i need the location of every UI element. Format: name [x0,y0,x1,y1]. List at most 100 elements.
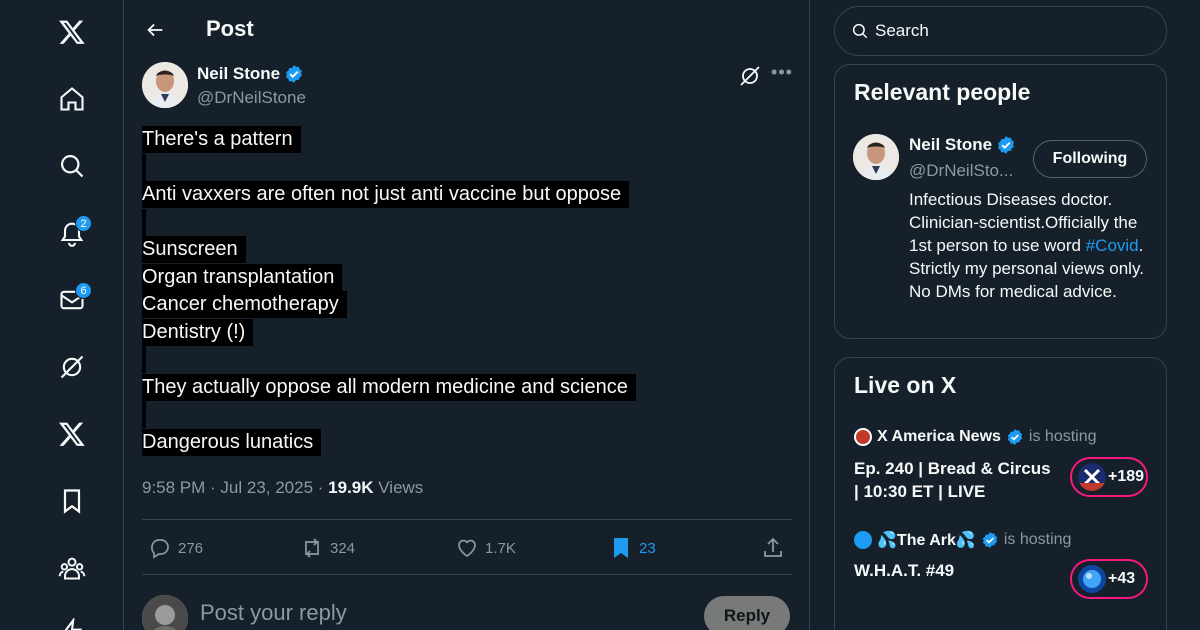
repost-icon [305,538,319,558]
repost-action[interactable]: 324 [300,534,355,562]
like-count: 1.7K [485,539,516,557]
listener-avatar [1078,565,1106,593]
relevant-person-handle[interactable]: @DrNeilSto... [909,161,1013,181]
heart-icon [458,539,476,558]
live-host-name[interactable]: X America News [877,428,1001,446]
tweet-line: There's a pattern [142,126,782,154]
tweet-line: Cancer chemotherapy [142,291,782,319]
live-title: Live on X [854,372,957,398]
search-placeholder: Search [875,21,929,40]
views-count: 19.9K [328,478,374,497]
relevant-person-name-row[interactable]: Neil Stone [909,135,1016,155]
bookmarks-icon[interactable] [50,479,94,523]
tweet-meta: 9:58 PM · Jul 23, 2025 · 19.9K Views [142,478,423,498]
reply-count: 276 [178,539,204,557]
tweet-line-text [142,346,146,373]
communities-icon[interactable] [50,546,94,590]
tweet-line: Anti vaxxers are often not just anti vac… [142,181,782,209]
reply-icon [151,539,169,559]
verified-orgs-icon[interactable] [50,610,94,630]
relevant-people-card: Relevant people Neil Stone @DrNeilSto...… [834,64,1167,339]
repost-count: 324 [330,539,356,557]
tweet-line-text: Dentistry (!) [142,318,254,346]
relevant-person-name[interactable]: Neil Stone [909,135,992,155]
tweet-line: They actually oppose all modern medicine… [142,373,782,402]
tweet-line-text [142,401,146,428]
share-icon [764,537,782,557]
premium-x-icon[interactable] [50,412,94,456]
live-listeners-pill[interactable]: +189 [1070,457,1148,497]
tweet-line-text: Sunscreen [142,236,246,263]
tweet-line-text: There's a pattern [142,126,301,153]
live-space-title[interactable]: Ep. 240 | Bread & Circus | 10:30 ET | LI… [854,457,1054,503]
share-action[interactable] [761,534,785,562]
back-arrow-icon[interactable] [138,12,172,48]
notifications-badge: 2 [75,215,92,232]
like-action[interactable]: 1.7K [455,534,516,562]
tweet-timestamp[interactable]: 9:58 PM · Jul 23, 2025 · [142,478,328,497]
tweet-line [142,208,782,237]
reply-action[interactable]: 276 [148,534,203,562]
bookmark-count: 23 [639,539,656,557]
tweet-line-text: They actually oppose all modern medicine… [142,373,636,401]
main-column: Post Neil Stone @DrNeilStone ••• There's… [124,0,810,630]
bookmark-action[interactable]: 23 [609,534,656,562]
tweet-line [142,153,782,182]
live-listeners-pill[interactable]: +43 [1070,559,1148,599]
listener-avatar [1078,463,1106,491]
author-avatar[interactable] [142,62,188,108]
tweet-line-text: Dangerous lunatics [142,428,322,456]
bookmark-icon [614,538,628,558]
tweet-line-text: Organ transplantation [142,263,343,291]
live-on-x-card: Live on X X America News is hosting Ep. … [834,357,1167,630]
listener-count: +189 [1108,468,1145,485]
tweet-line: Dangerous lunatics [142,428,782,457]
tweet-line: Sunscreen [142,236,782,264]
home-icon[interactable] [50,77,94,121]
hosting-label: is hosting [1028,428,1097,445]
views-label: Views [373,478,424,497]
tweet-text: There's a pattern Anti vaxxers are often … [142,126,782,456]
relevant-person-bio: Infectious Diseases doctor. Clinician-sc… [909,188,1149,303]
host-avatar-icon [854,428,872,446]
left-nav: 2 6 [0,0,124,630]
tweet-line [142,346,782,374]
verified-badge-icon [286,65,303,83]
host-avatar-icon [854,531,872,549]
author-name[interactable]: Neil Stone [197,64,280,84]
tweet-line-text: Cancer chemotherapy [142,291,347,318]
relevant-people-title: Relevant people [854,79,1031,105]
live-host-row[interactable]: X America News is hosting [854,428,1097,446]
x-logo-icon[interactable] [50,10,94,54]
relevant-person-avatar[interactable] [853,134,899,180]
tweet-line-text [142,208,146,236]
tweet-line [142,401,782,429]
verified-badge-icon [982,532,997,548]
page-title: Post [206,16,254,41]
verified-badge-icon [1007,429,1023,445]
bio-hashtag-link[interactable]: #Covid [1086,236,1139,255]
reply-input[interactable]: Post your reply [200,600,347,626]
author-name-row[interactable]: Neil Stone [197,64,304,84]
following-button[interactable]: Following [1033,140,1147,178]
live-host-row[interactable]: 💦The Ark💦 is hosting [854,530,1071,550]
notifications-icon[interactable]: 2 [50,211,94,255]
more-options-icon[interactable]: ••• [770,62,794,86]
tweet-line-text [142,153,146,181]
grok-icon[interactable] [738,64,762,88]
explore-icon[interactable] [50,144,94,188]
messages-icon[interactable]: 6 [50,278,94,322]
tweet-line-text: Anti vaxxers are often not just anti vac… [142,181,630,208]
grok-icon[interactable] [50,345,94,389]
divider [142,574,792,575]
author-handle[interactable]: @DrNeilStone [197,88,306,108]
listener-count: +43 [1108,570,1136,587]
reply-button[interactable]: Reply [704,596,790,630]
live-space-title[interactable]: W.H.A.T. #49 [854,559,1054,582]
live-host-name[interactable]: 💦The Ark💦 [877,530,976,550]
verified-badge-icon [998,136,1015,154]
user-avatar[interactable] [142,595,188,630]
page-header: Post [124,0,810,60]
tweet-line: Organ transplantation [142,263,782,292]
search-input[interactable]: Search [834,6,1167,56]
